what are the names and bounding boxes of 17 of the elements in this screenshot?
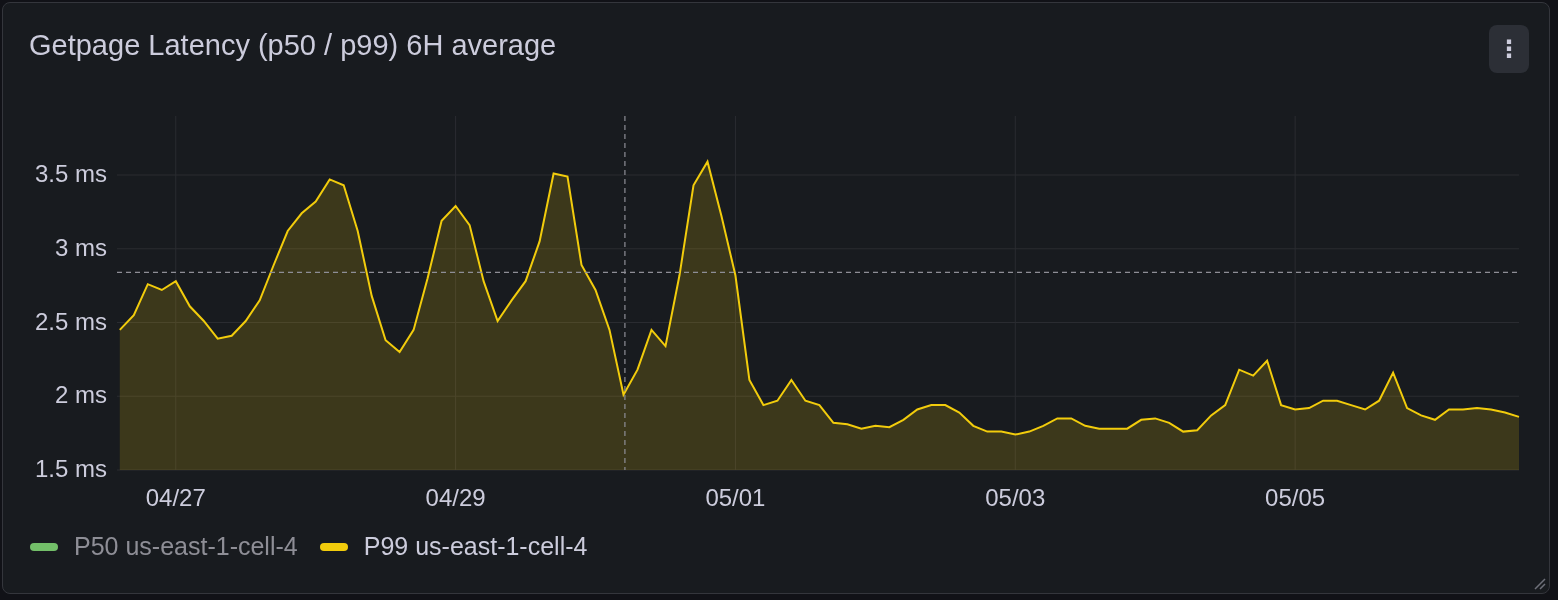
y-axis-label: 2 ms bbox=[55, 381, 107, 409]
series-label: P50 us-east-1-cell-4 bbox=[74, 532, 298, 561]
panel-title: Getpage Latency (p50 / p99) 6H average bbox=[29, 28, 557, 63]
legend-item[interactable]: P99 us-east-1-cell-4 bbox=[319, 532, 588, 561]
x-axis-label: 05/03 bbox=[985, 484, 1046, 510]
resize-handle-icon[interactable] bbox=[1532, 576, 1546, 590]
x-axis-label: 04/29 bbox=[425, 484, 486, 510]
x-axis-label: 04/27 bbox=[145, 484, 206, 510]
y-axis-label: 1.5 ms bbox=[34, 455, 107, 482]
x-axis-label: 05/01 bbox=[705, 484, 766, 510]
legend-item[interactable]: P50 us-east-1-cell-4 bbox=[30, 532, 298, 561]
y-axis-label: 3 ms bbox=[55, 233, 107, 261]
y-axis-label: 2.5 ms bbox=[34, 307, 107, 335]
x-axis-label: 05/05 bbox=[1265, 484, 1326, 510]
series-label: P99 us-east-1-cell-4 bbox=[363, 532, 588, 561]
menu-button[interactable]: ⋮ bbox=[1489, 25, 1529, 73]
y-axis-label: 3.5 ms bbox=[34, 160, 107, 187]
